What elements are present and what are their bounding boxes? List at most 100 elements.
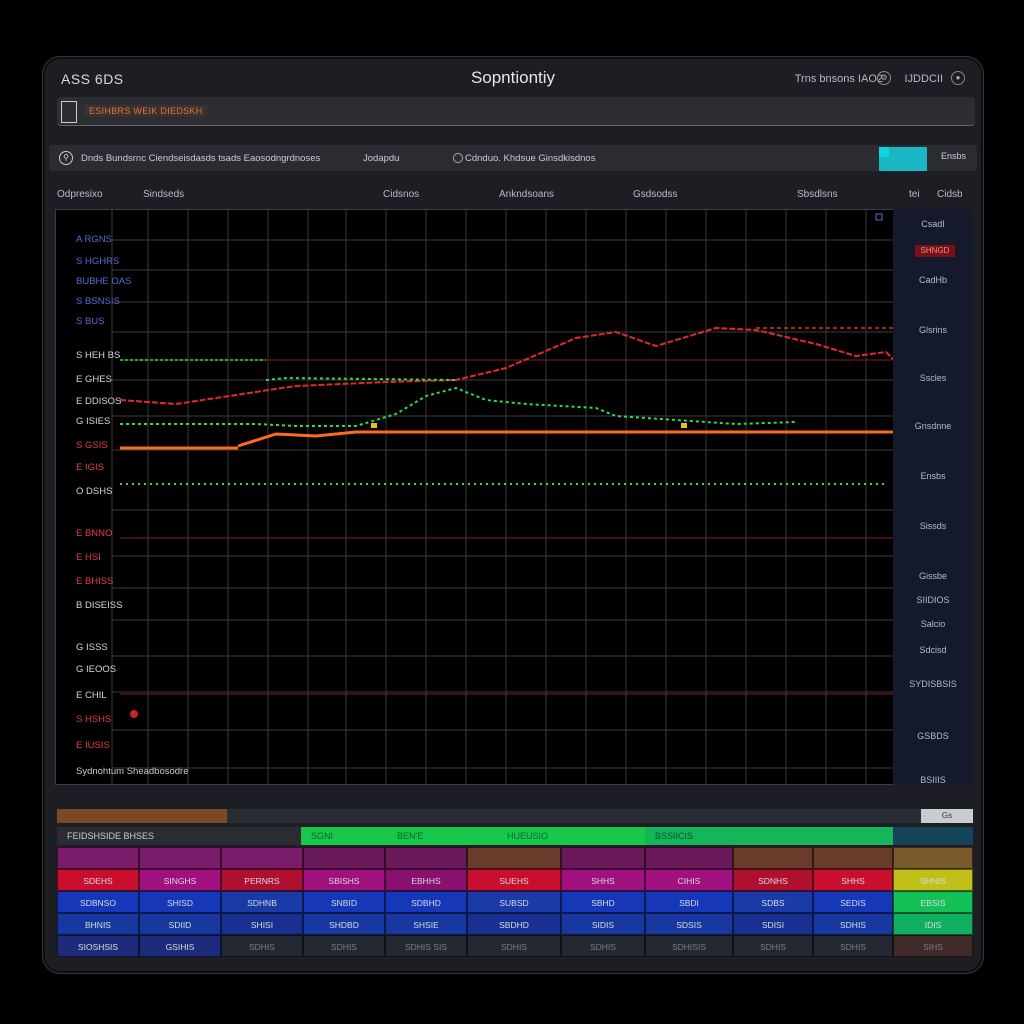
color-swatch-button[interactable] bbox=[879, 147, 927, 171]
table-cell[interactable]: SIHS bbox=[893, 935, 973, 957]
table-cell[interactable]: SDISI bbox=[733, 913, 813, 935]
table-cell[interactable]: SDHIS bbox=[467, 935, 561, 957]
toolbar-breadcrumb[interactable]: Dnds Bundsrnc Ciendseisdasds tsads Eaoso… bbox=[81, 153, 320, 164]
table-cell[interactable]: SEDIS bbox=[813, 891, 893, 913]
toolbar-end-label[interactable]: Ensbs bbox=[941, 151, 966, 161]
toolbar-option[interactable]: Cdnduo. Khdsue Ginsdkisdnos bbox=[465, 153, 595, 164]
table-cell[interactable] bbox=[893, 847, 973, 869]
side-metric-label[interactable]: Glsrins bbox=[893, 325, 973, 335]
table-cell[interactable] bbox=[221, 847, 303, 869]
table-cell[interactable] bbox=[57, 847, 139, 869]
table-cell[interactable]: SBDHD bbox=[467, 913, 561, 935]
table-cell[interactable]: EBSIS bbox=[893, 891, 973, 913]
toolbar-mode[interactable]: Jodapdu bbox=[363, 153, 399, 164]
table-cell[interactable]: SIDIS bbox=[561, 913, 645, 935]
filter-icon[interactable]: ⚲ bbox=[59, 151, 73, 165]
table-cell[interactable]: SDHIS bbox=[813, 913, 893, 935]
table-cell[interactable]: SHHS bbox=[813, 869, 893, 891]
table-tab[interactable]: BSSIICIS bbox=[645, 827, 893, 845]
column-header[interactable]: Cidsb bbox=[937, 189, 963, 200]
table-tab[interactable]: SGNI bbox=[301, 827, 387, 845]
table-cell[interactable]: SBISHS bbox=[303, 869, 385, 891]
table-tab[interactable]: FEIDSHSIDE BHSES bbox=[57, 827, 301, 845]
column-header[interactable]: Gsdsodss bbox=[633, 189, 677, 200]
side-metric-label[interactable]: SYDISBSIS bbox=[893, 679, 973, 689]
table-cell[interactable]: SDNHS bbox=[733, 869, 813, 891]
table-cell[interactable]: SDHISIS bbox=[645, 935, 733, 957]
table-cell[interactable]: SIOSHSIS bbox=[57, 935, 139, 957]
table-row[interactable]: BHNIS SDIID SHISI SHDBD SHSIE SBDHD SIDIS SDSIS… bbox=[57, 913, 973, 935]
table-cell[interactable]: SDBS bbox=[733, 891, 813, 913]
table-cell[interactable] bbox=[813, 847, 893, 869]
table-cell[interactable]: PERNRS bbox=[221, 869, 303, 891]
table-cell[interactable]: SDHIS SIS bbox=[385, 935, 467, 957]
table-cell[interactable]: SDHIS bbox=[221, 935, 303, 957]
table-cell[interactable]: GSIHIS bbox=[139, 935, 221, 957]
table-cell[interactable]: SDHNB bbox=[221, 891, 303, 913]
table-cell[interactable]: SHHS bbox=[561, 869, 645, 891]
table-tab[interactable]: HUEUSIO bbox=[497, 827, 645, 845]
table-row[interactable]: SDBNSO SHISD SDHNB SNBID SDBHD SUBSD SBHD SBDI S… bbox=[57, 891, 973, 913]
table-cell[interactable]: SDBNSO bbox=[57, 891, 139, 913]
side-metric-label[interactable]: Sissds bbox=[893, 521, 973, 531]
side-metric-label[interactable]: SIIDIOS bbox=[893, 595, 973, 605]
side-metric-label[interactable]: Gissbe bbox=[893, 571, 973, 581]
side-metric-label[interactable]: Sscles bbox=[893, 373, 973, 383]
side-metric-label[interactable]: GSBDS bbox=[893, 731, 973, 741]
table-cell[interactable]: BHNIS bbox=[57, 913, 139, 935]
chart-area[interactable]: Sydnohtum Sheadbosodre A RGNS S HGHRS BUBH… bbox=[55, 209, 895, 785]
table-cell[interactable]: SHNIS bbox=[893, 869, 973, 891]
toolbar-radio[interactable] bbox=[453, 153, 463, 163]
table-row[interactable] bbox=[57, 847, 973, 869]
table-cell[interactable]: SHDBD bbox=[303, 913, 385, 935]
table-cell[interactable]: EBHHS bbox=[385, 869, 467, 891]
table-tab[interactable]: BEN'E bbox=[387, 827, 497, 845]
table-row[interactable]: SDEHS SINGHS PERNRS SBISHS EBHHS SUEHS SHHS CIH… bbox=[57, 869, 973, 891]
table-cell[interactable]: SHSIE bbox=[385, 913, 467, 935]
table-cell[interactable]: SDHIS bbox=[561, 935, 645, 957]
user-icon[interactable]: ● bbox=[951, 71, 965, 85]
table-tab[interactable] bbox=[893, 827, 973, 845]
side-metric-label[interactable]: CsadI bbox=[893, 219, 973, 229]
table-cell[interactable]: SDSIS bbox=[645, 913, 733, 935]
table-cell[interactable]: SDHIS bbox=[813, 935, 893, 957]
side-metric-label[interactable]: CadHb bbox=[893, 275, 973, 285]
column-header[interactable]: Sbsdlsns bbox=[797, 189, 838, 200]
table-cell[interactable]: SDIID bbox=[139, 913, 221, 935]
table-cell[interactable] bbox=[139, 847, 221, 869]
side-metric-label[interactable]: Ensbs bbox=[893, 471, 973, 481]
column-header[interactable]: Sindseds bbox=[143, 189, 184, 200]
column-header[interactable]: Cidsnos bbox=[383, 189, 419, 200]
table-cell[interactable]: IDIS bbox=[893, 913, 973, 935]
column-header[interactable]: tei bbox=[909, 189, 920, 200]
table-cell[interactable]: SUEHS bbox=[467, 869, 561, 891]
side-metric-label[interactable]: Salcio bbox=[893, 619, 973, 629]
column-header[interactable]: Ankndsoans bbox=[499, 189, 554, 200]
table-cell[interactable]: SHISD bbox=[139, 891, 221, 913]
column-header[interactable]: Odpresixo bbox=[57, 189, 103, 200]
table-cell[interactable]: SNBID bbox=[303, 891, 385, 913]
side-metric-label[interactable]: Sdcisd bbox=[893, 645, 973, 655]
table-row[interactable]: SIOSHSIS GSIHIS SDHIS SDHIS SDHIS SIS SDHIS SD… bbox=[57, 935, 973, 957]
table-cell[interactable]: SDHIS bbox=[303, 935, 385, 957]
settings-icon[interactable]: ⚙ bbox=[877, 71, 891, 85]
alert-checkbox[interactable] bbox=[61, 101, 77, 123]
table-cell[interactable] bbox=[733, 847, 813, 869]
table-cell[interactable]: SDBHD bbox=[385, 891, 467, 913]
table-cell[interactable]: SBDI bbox=[645, 891, 733, 913]
table-cell[interactable]: SBHD bbox=[561, 891, 645, 913]
table-cell[interactable]: SDEHS bbox=[57, 869, 139, 891]
table-cell[interactable]: SINGHS bbox=[139, 869, 221, 891]
table-cell[interactable] bbox=[467, 847, 561, 869]
table-cell[interactable]: SDHIS bbox=[733, 935, 813, 957]
table-cell[interactable]: SHISI bbox=[221, 913, 303, 935]
table-cell[interactable] bbox=[645, 847, 733, 869]
side-metric-label[interactable]: BSIIIS bbox=[893, 775, 973, 785]
side-metric-label[interactable]: Gnsdnne bbox=[893, 421, 973, 431]
user-label[interactable]: IJDDCII bbox=[905, 73, 944, 85]
table-cell[interactable]: CIHIS bbox=[645, 869, 733, 891]
table-cell[interactable] bbox=[385, 847, 467, 869]
table-cell[interactable] bbox=[303, 847, 385, 869]
table-cell[interactable]: SUBSD bbox=[467, 891, 561, 913]
scroll-button[interactable]: Gs bbox=[921, 809, 973, 823]
